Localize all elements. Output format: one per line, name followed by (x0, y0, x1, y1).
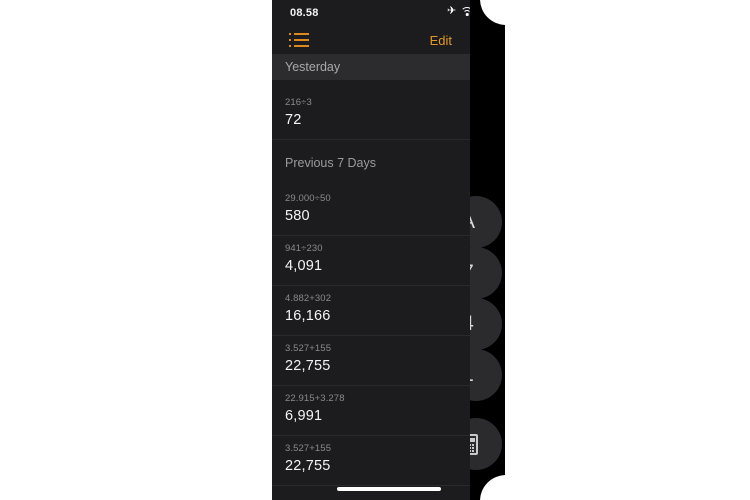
history-row[interactable]: 4.882+302 16,166 (272, 286, 470, 336)
section-header-previous-7-days: Previous 7 Days (285, 156, 377, 170)
history-result: 22,755 (285, 458, 331, 474)
history-panel: 08.58 ✈ Edit Yesterday 216÷3 72 Previous… (272, 0, 470, 500)
screenshot-canvas: A 7 4 1 08.58 ✈ (0, 0, 750, 500)
history-expression: 29.000÷50 (285, 193, 331, 204)
airplane-mode-icon: ✈ (447, 5, 457, 17)
history-row[interactable]: 29.000÷50 580 (272, 186, 470, 236)
history-expression: 941÷230 (285, 243, 323, 254)
status-time: 08.58 (290, 7, 319, 19)
history-expression: 3.527+155 (285, 343, 332, 354)
history-row[interactable]: 22.915+3.278 6,991 (272, 386, 470, 436)
history-result: 72 (285, 112, 302, 128)
history-result: 580 (285, 208, 310, 224)
list-bullet-icon[interactable] (289, 32, 309, 48)
history-row[interactable]: 3.527+155 22,755 (272, 436, 470, 486)
history-expression: 3.527+155 (285, 443, 332, 454)
history-result: 4,091 (285, 258, 323, 274)
history-expression: 22.915+3.278 (285, 393, 345, 404)
status-bar: 08.58 ✈ (272, 0, 470, 26)
history-expression: 4.882+302 (285, 293, 332, 304)
edit-button[interactable]: Edit (430, 33, 452, 48)
history-expression: 216÷3 (285, 97, 312, 108)
home-indicator[interactable] (336, 487, 441, 491)
navigation-bar: Edit (272, 26, 470, 54)
history-result: 16,166 (285, 308, 331, 324)
section-header-yesterday: Yesterday (272, 54, 470, 80)
history-row[interactable]: 3.527+155 22,755 (272, 336, 470, 386)
status-icon-group: ✈ (447, 6, 470, 17)
history-row[interactable]: 216÷3 72 (272, 90, 470, 140)
phone-device: A 7 4 1 08.58 ✈ (272, 0, 505, 500)
history-row[interactable]: 941÷230 4,091 (272, 236, 470, 286)
wifi-icon (460, 7, 470, 16)
history-result: 6,991 (285, 408, 323, 424)
history-result: 22,755 (285, 358, 331, 374)
